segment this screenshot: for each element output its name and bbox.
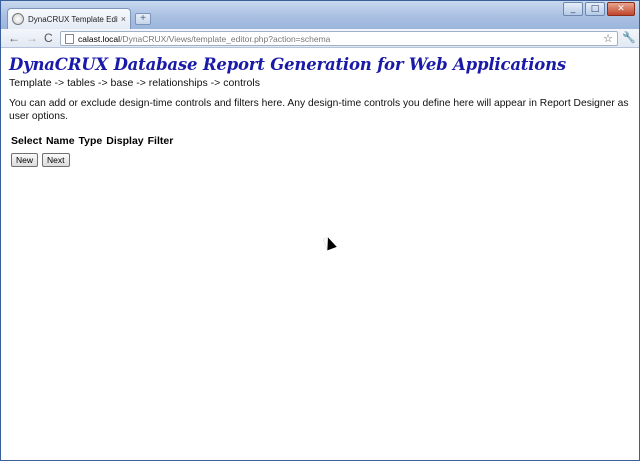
new-button[interactable]: New bbox=[11, 153, 39, 167]
title-bar: DynaCRUX Template Editor × + _ □ ✕ bbox=[1, 1, 639, 29]
tab-close-icon[interactable]: × bbox=[121, 14, 126, 24]
wrench-icon[interactable]: 🔧 bbox=[622, 31, 636, 44]
breadcrumb: Template -> tables -> base -> relationsh… bbox=[9, 77, 260, 89]
action-buttons: New Next bbox=[11, 153, 631, 167]
next-button[interactable]: Next bbox=[42, 153, 70, 167]
back-icon[interactable]: ← bbox=[8, 31, 20, 45]
browser-toolbar: ← → C calast.local /DynaCRUX/Views/templ… bbox=[1, 29, 639, 48]
minimize-button[interactable]: _ bbox=[563, 2, 583, 16]
forward-icon[interactable]: → bbox=[26, 31, 38, 45]
column-header-display: Display bbox=[106, 135, 144, 147]
url-path: /DynaCRUX/Views/template_editor.php?acti… bbox=[120, 33, 331, 44]
url-host: calast.local bbox=[78, 33, 121, 44]
reload-icon[interactable]: C bbox=[44, 31, 53, 45]
column-header-type: Type bbox=[78, 135, 103, 147]
column-header-filter: Filter bbox=[147, 135, 174, 147]
window-controls: _ □ ✕ bbox=[563, 2, 635, 16]
globe-icon bbox=[12, 13, 24, 25]
close-button[interactable]: ✕ bbox=[607, 2, 635, 16]
column-header-select: Select bbox=[11, 135, 42, 147]
new-tab-button[interactable]: + bbox=[135, 13, 151, 25]
tab-title: DynaCRUX Template Editor bbox=[28, 14, 118, 24]
maximize-button[interactable]: □ bbox=[585, 2, 605, 16]
column-header-name: Name bbox=[45, 135, 75, 147]
browser-window: DynaCRUX Template Editor × + _ □ ✕ ← → C… bbox=[0, 0, 640, 461]
page-icon bbox=[65, 33, 74, 44]
page-title: DynaCRUX Database Report Generation for … bbox=[9, 55, 566, 74]
star-icon[interactable]: ☆ bbox=[603, 32, 613, 45]
page-content: DynaCRUX Database Report Generation for … bbox=[1, 49, 639, 460]
intro-text: You can add or exclude design-time contr… bbox=[9, 98, 629, 122]
tab-template-editor[interactable]: DynaCRUX Template Editor × bbox=[7, 8, 131, 29]
address-bar[interactable]: calast.local /DynaCRUX/Views/template_ed… bbox=[60, 31, 618, 46]
table-header: Select Name Type Display Filter bbox=[11, 135, 631, 147]
